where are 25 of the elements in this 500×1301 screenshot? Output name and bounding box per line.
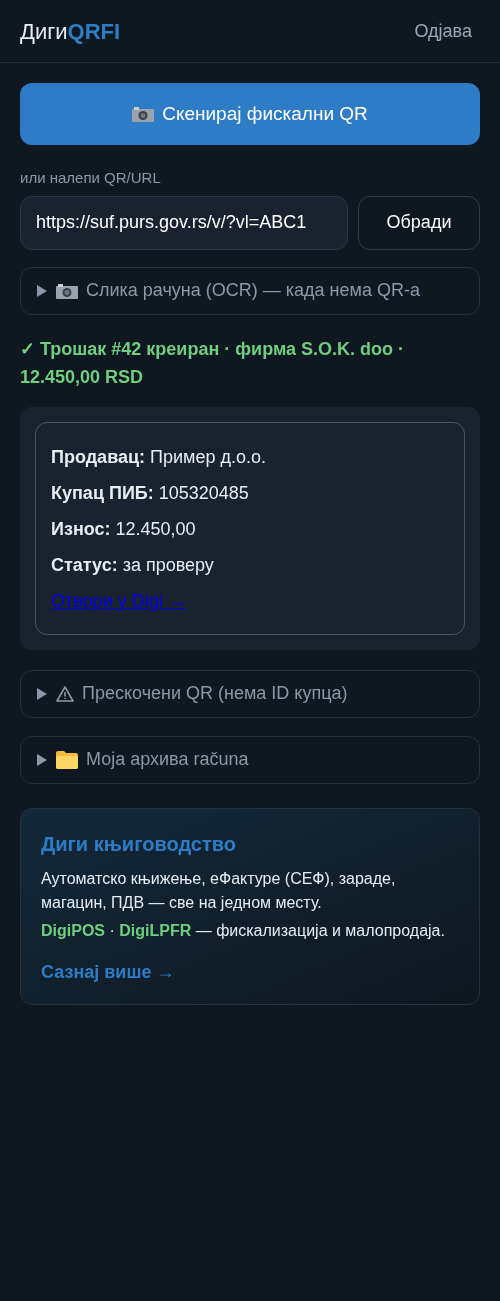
camera-icon xyxy=(56,282,78,299)
disclosure-caret-icon xyxy=(36,687,48,700)
promo-text: Аутоматско књижење, еФактуре (СЕФ), зараде, магацин, ПДВ — све на једном месту. xyxy=(41,868,397,913)
process-button[interactable]: Обради xyxy=(358,195,480,250)
camera-icon xyxy=(132,106,155,122)
paste-label: или налепи QR/URL xyxy=(20,168,162,188)
collapsible-section[interactable]: Моја архива računa xyxy=(20,735,480,784)
scan-qr-button[interactable]: Скенирај фискални QR xyxy=(20,83,480,145)
logout-link[interactable]: Одјава xyxy=(414,17,472,45)
disclosure-caret-icon xyxy=(36,284,48,297)
promo-products: DigiPOS · DigiLPFR — фискализација и малопродаја. xyxy=(41,920,446,941)
collapsible-section[interactable]: Прескочени QR (нема ID купца) xyxy=(20,669,480,718)
warning-icon xyxy=(56,685,74,702)
collapsible-section[interactable]: Слика рачуна (OCR) — када нема QR-а xyxy=(20,266,480,315)
receipt-detail: Продавац: Пример д.о.о. xyxy=(51,445,267,469)
receipt-detail: Купац ПИБ: 105320485 xyxy=(51,481,250,505)
learn-more-link[interactable]: Сазнај више → xyxy=(41,958,459,986)
receipt-detail: Износ: 12.450,00 xyxy=(51,517,197,541)
disclosure-caret-icon xyxy=(36,753,48,766)
promo-title: Диги књиговодство xyxy=(41,831,238,857)
folder-icon xyxy=(56,750,78,769)
app-logo: ДигиQRFI xyxy=(20,17,121,46)
receipt-detail: Статус: за проверу xyxy=(51,553,215,577)
success-message: ✓ Трошак #42 креиран · фирма S.O.K. doo · 12.450,00 RSD xyxy=(20,337,405,389)
qr-url-input[interactable]: https://suf.purs.gov.rs/v/?vl=ABC1 xyxy=(20,195,348,250)
